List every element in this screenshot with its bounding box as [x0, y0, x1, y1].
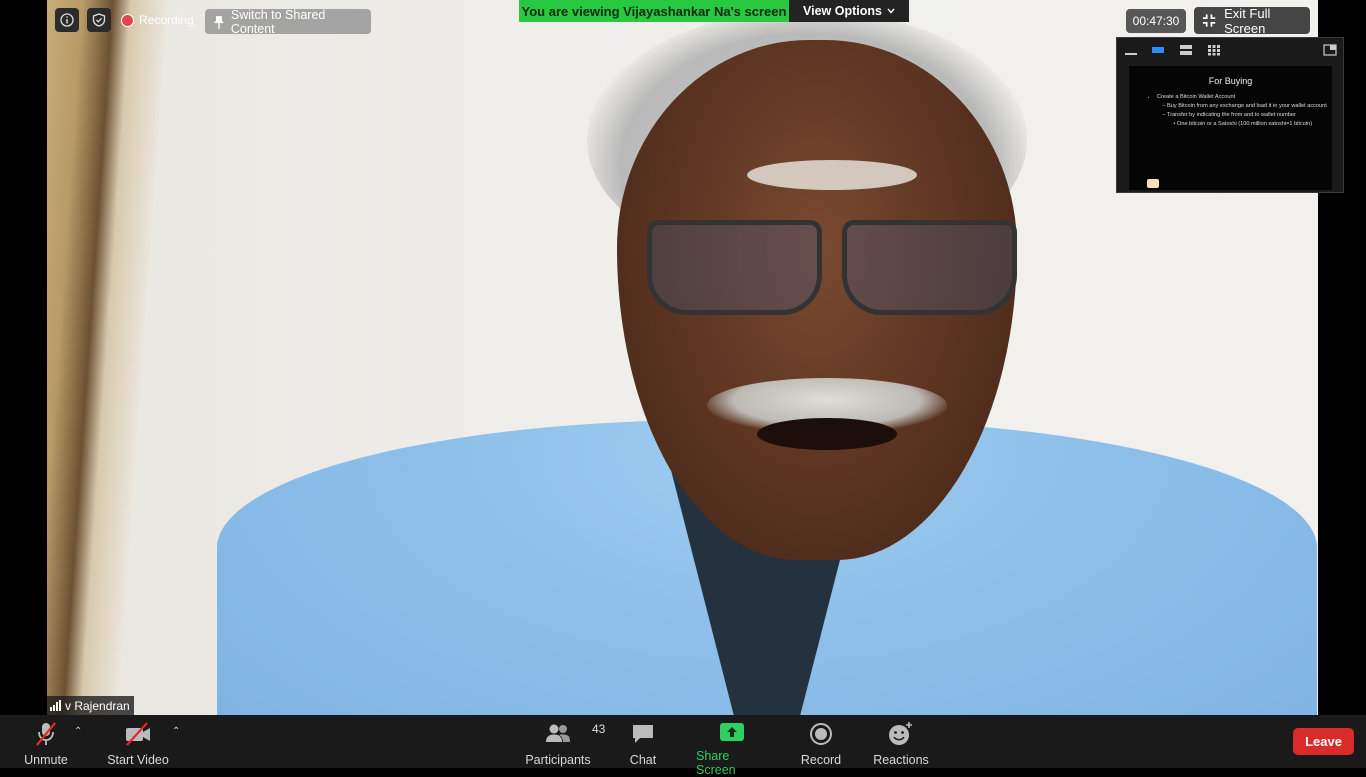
chat-button[interactable]: Chat	[626, 715, 660, 768]
reactions-label: Reactions	[873, 753, 929, 767]
forehead-mark	[747, 160, 917, 190]
connection-signal-icon	[50, 700, 61, 711]
participants-label: Participants	[525, 753, 591, 767]
recording-dot-icon	[121, 13, 134, 27]
smiley-plus-icon	[889, 722, 912, 745]
participants-button[interactable]: 43 Participants	[524, 715, 605, 768]
slide-sub-bullet: Transfer by indicating the from and to w…	[1167, 112, 1327, 128]
slide-bullet-text: Create a Bitcoin Wallet Account	[1157, 94, 1236, 100]
background-door-frame	[47, 0, 167, 715]
shared-slide: For Buying Create a Bitcoin Wallet Accou…	[1129, 66, 1332, 190]
minimize-icon[interactable]	[1124, 44, 1138, 56]
unmute-label: Unmute	[24, 753, 68, 767]
recording-label: Recording	[139, 13, 194, 27]
recording-indicator[interactable]: Recording	[121, 9, 194, 31]
share-icon-wrap	[719, 721, 745, 743]
slide-sub-bullets: Buy Bitcoin from any exchange and load i…	[1157, 103, 1327, 128]
muted-microphone-icon	[36, 722, 56, 746]
slide-sub-bullet-text: Transfer by indicating the from and to w…	[1167, 112, 1296, 118]
stacked-videos-icon[interactable]	[1179, 44, 1193, 56]
unmute-icon-wrap	[33, 721, 59, 747]
record-icon-wrap	[809, 721, 833, 747]
glasses-lens-left	[647, 220, 822, 315]
shared-screen-thumbnail-panel[interactable]: For Buying Create a Bitcoin Wallet Accou…	[1116, 37, 1344, 193]
swap-layout-icon[interactable]	[1323, 44, 1337, 56]
thumbnail-toolbar	[1117, 38, 1343, 64]
slide-sub-bullet: Buy Bitcoin from any exchange and load i…	[1167, 103, 1327, 110]
video-icon-wrap	[123, 721, 153, 747]
video-off-icon	[126, 722, 150, 746]
info-icon	[60, 13, 74, 27]
reactions-icon-wrap	[887, 721, 915, 747]
view-options-label: View Options	[803, 4, 882, 18]
single-video-icon[interactable]	[1151, 44, 1165, 56]
viewing-banner-text: You are viewing Vijayashankar Na's scree…	[521, 3, 787, 19]
chat-bubble-icon	[633, 725, 653, 743]
reactions-button[interactable]: Reactions	[873, 715, 929, 768]
shield-icon	[92, 13, 106, 27]
exit-full-screen-button[interactable]: Exit Full Screen	[1194, 5, 1310, 36]
leave-meeting-button[interactable]: Leave	[1293, 728, 1354, 755]
speaker-glasses	[627, 210, 1027, 320]
start-video-button[interactable]: Start Video	[106, 715, 170, 768]
leave-label: Leave	[1305, 734, 1342, 749]
slide-sub-sub-bullet-text: One bitcoin or a Satoshi (100 million sa…	[1177, 121, 1313, 127]
exit-fullscreen-icon	[1202, 14, 1216, 27]
participants-icon	[546, 724, 570, 742]
unmute-button[interactable]: Unmute	[22, 715, 70, 768]
video-options-caret-icon[interactable]: ⌃	[172, 726, 180, 737]
slide-logo	[1147, 179, 1159, 188]
participants-icon-wrap: 43	[544, 721, 605, 747]
record-icon	[810, 723, 832, 745]
chat-label: Chat	[629, 753, 657, 767]
security-button[interactable]	[87, 8, 111, 32]
meeting-toolbar: Unmute ⌃ Start Video ⌃ 43 Participants C…	[0, 715, 1366, 777]
glasses-lens-right	[842, 220, 1017, 315]
record-label: Record	[800, 753, 842, 767]
meeting-timer: 00:47:30	[1126, 9, 1186, 33]
share-screen-icon	[720, 723, 744, 741]
switch-label: Switch to Shared Content	[230, 7, 326, 36]
start-video-label: Start Video	[107, 753, 169, 767]
share-screen-label: Share Screen	[696, 749, 736, 777]
gallery-grid-icon[interactable]	[1207, 44, 1221, 56]
chevron-down-icon	[887, 8, 895, 14]
slide-sub-sub-bullet: One bitcoin or a Satoshi (100 million sa…	[1177, 121, 1327, 128]
viewing-screen-banner: You are viewing Vijayashankar Na's scree…	[519, 0, 789, 22]
record-button[interactable]: Record	[800, 715, 842, 768]
participants-count: 43	[592, 722, 606, 736]
share-screen-button[interactable]: Share Screen	[696, 715, 768, 777]
meeting-info-button[interactable]	[55, 8, 79, 32]
pin-icon	[214, 15, 224, 29]
view-options-dropdown[interactable]: View Options	[789, 0, 909, 22]
participant-name-label: v Rajendran	[47, 696, 134, 715]
slide-bullet: Create a Bitcoin Wallet Account Buy Bitc…	[1157, 94, 1327, 128]
audio-options-caret-icon[interactable]: ⌃	[74, 726, 82, 737]
slide-title: For Buying	[1208, 76, 1253, 86]
speaker-mouth	[757, 418, 897, 450]
exit-fullscreen-label: Exit Full Screen	[1224, 5, 1271, 36]
timer-value: 00:47:30	[1132, 14, 1180, 28]
participant-name: v Rajendran	[65, 698, 130, 713]
chat-icon-wrap	[631, 721, 655, 747]
slide-bullets: Create a Bitcoin Wallet Account Buy Bitc…	[1149, 94, 1327, 130]
slide-sub-sub-bullets: One bitcoin or a Satoshi (100 million sa…	[1167, 121, 1327, 128]
slide-sub-bullet-text: Buy Bitcoin from any exchange and load i…	[1167, 103, 1327, 109]
switch-to-shared-content-button[interactable]: Switch to Shared Content	[205, 7, 371, 36]
